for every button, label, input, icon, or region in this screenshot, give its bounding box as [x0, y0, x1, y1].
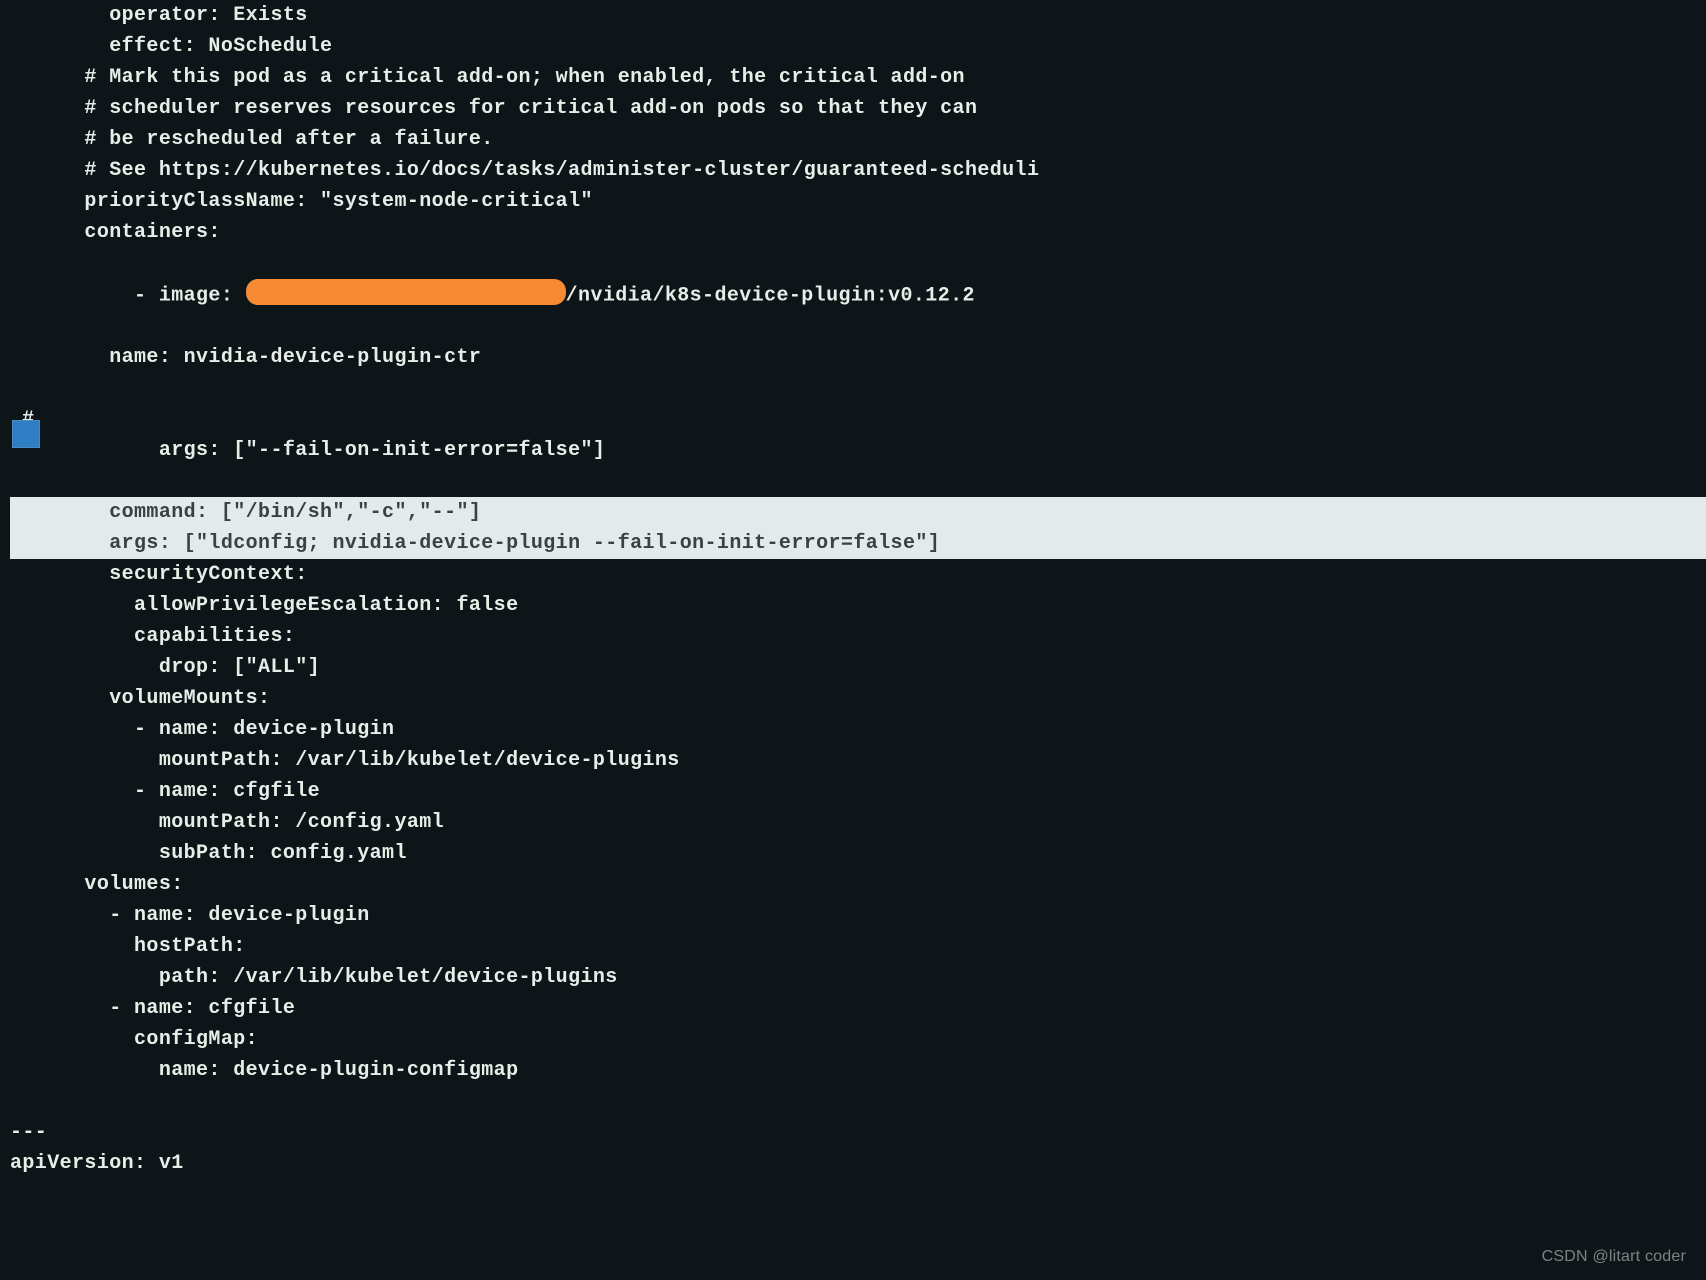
redaction-mark: [246, 279, 566, 305]
code-line: apiVersion: v1: [10, 1148, 1706, 1179]
code-line: configMap:: [10, 1024, 1706, 1055]
code-line: - name: cfgfile: [10, 776, 1706, 807]
code-line: drop: ["ALL"]: [10, 652, 1706, 683]
taskbar-icon[interactable]: [12, 420, 40, 448]
code-line: # Mark this pod as a critical add-on; wh…: [10, 62, 1706, 93]
watermark-text: CSDN @litart coder: [1542, 1245, 1686, 1270]
code-line: - name: cfgfile: [10, 993, 1706, 1024]
code-line: volumeMounts:: [10, 683, 1706, 714]
code-line: ---: [10, 1117, 1706, 1148]
code-line: - image: /nvidia/k8s-device-plugin:v0.12…: [10, 248, 1706, 342]
code-line: # be rescheduled after a failure.: [10, 124, 1706, 155]
code-line: priorityClassName: "system-node-critical…: [10, 186, 1706, 217]
code-line: mountPath: /var/lib/kubelet/device-plugi…: [10, 745, 1706, 776]
code-line: hostPath:: [10, 931, 1706, 962]
terminal-editor[interactable]: operator: Exists effect: NoSchedule # Ma…: [0, 0, 1706, 1179]
code-line: # scheduler reserves resources for criti…: [10, 93, 1706, 124]
code-line-highlight: command: ["/bin/sh","-c","--"]: [10, 497, 1706, 528]
code-line: mountPath: /config.yaml: [10, 807, 1706, 838]
code-line-highlight: args: ["ldconfig; nvidia-device-plugin -…: [10, 528, 1706, 559]
code-line: operator: Exists: [10, 0, 1706, 31]
code-line: # See https://kubernetes.io/docs/tasks/a…: [10, 155, 1706, 186]
code-line: # args: ["--fail-on-init-error=false"]: [10, 373, 1706, 497]
code-line: subPath: config.yaml: [10, 838, 1706, 869]
code-line: containers:: [10, 217, 1706, 248]
code-line: securityContext:: [10, 559, 1706, 590]
code-text: - image:: [60, 284, 246, 307]
code-line: [10, 1086, 1706, 1117]
code-line: - name: device-plugin: [10, 714, 1706, 745]
code-line: name: device-plugin-configmap: [10, 1055, 1706, 1086]
code-line: capabilities:: [10, 621, 1706, 652]
code-line: volumes:: [10, 869, 1706, 900]
code-line: effect: NoSchedule: [10, 31, 1706, 62]
code-line: - name: device-plugin: [10, 900, 1706, 931]
code-text: args: ["--fail-on-init-error=false"]: [60, 439, 606, 462]
code-line: name: nvidia-device-plugin-ctr: [10, 342, 1706, 373]
code-line: path: /var/lib/kubelet/device-plugins: [10, 962, 1706, 993]
code-text: /nvidia/k8s-device-plugin:v0.12.2: [566, 284, 975, 307]
code-line: allowPrivilegeEscalation: false: [10, 590, 1706, 621]
